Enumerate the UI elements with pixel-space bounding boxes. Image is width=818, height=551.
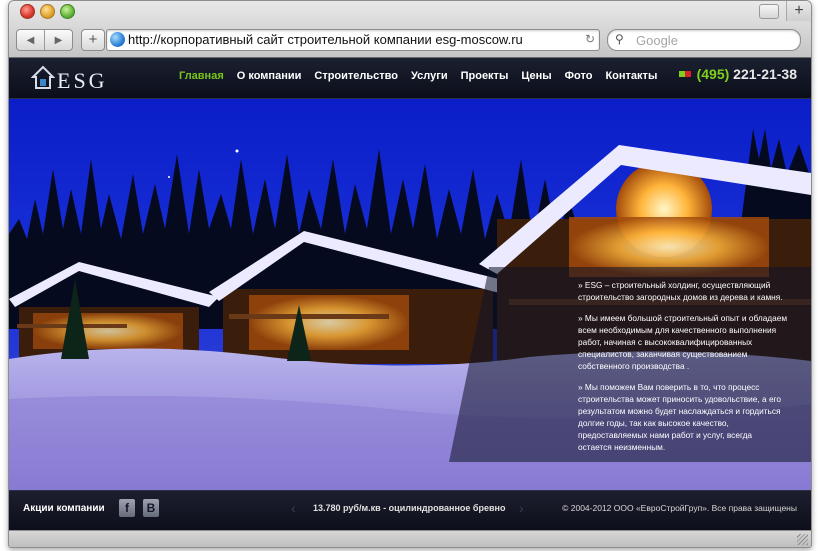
globe-icon [110,32,125,47]
nav-item-construction[interactable]: Строительство [314,70,398,82]
info-panel: » ESG – строительный холдинг, осуществля… [578,279,788,462]
phone-number: (495) 221-21-38 [696,66,797,82]
nav-item-prices[interactable]: Цены [521,70,551,82]
site-footer: Акции компании f B ‹ 13.780 руб/м.кв - о… [9,490,811,530]
forward-button[interactable]: ▶ [44,30,72,50]
site-header: ESG Главная О компании Строительство Усл… [9,58,811,99]
logo-text: ESG [57,68,108,93]
browser-window: + ◀ ▶ + http://корпоративный сайт строит… [8,0,812,548]
search-icon: ⚲ [615,32,624,46]
nav-item-about[interactable]: О компании [237,70,302,82]
close-window-button[interactable] [20,4,35,19]
price-ticker: 13.780 руб/м.кв - оцилиндрованное бревно [313,503,506,513]
minimize-window-button[interactable] [40,4,55,19]
nav-item-services[interactable]: Услуги [411,70,448,82]
plus-icon: + [88,31,98,48]
main-nav: Главная О компании Строительство Услуги … [179,70,657,82]
forward-icon: ▶ [54,34,63,46]
nav-item-projects[interactable]: Проекты [461,70,509,82]
info-paragraph: » ESG – строительный холдинг, осуществля… [578,280,783,302]
search-field[interactable]: ⚲ Google [607,29,801,51]
toolbar-toggle-button[interactable] [759,4,779,19]
nav-item-home[interactable]: Главная [179,70,224,82]
site-logo[interactable]: ESG [30,64,111,93]
vkontakte-icon[interactable]: B [143,499,159,517]
actions-link[interactable]: Акции компании [23,503,105,514]
nav-item-contacts[interactable]: Контакты [605,70,657,82]
nav-item-photo[interactable]: Фото [565,70,593,82]
address-bar[interactable]: http://корпоративный сайт строительной к… [106,29,600,51]
info-paragraph: » Мы имеем большой строительный опыт и о… [578,313,788,371]
new-tab-button[interactable]: + [786,1,811,21]
back-button[interactable]: ◀ [17,30,44,50]
add-bookmark-button[interactable]: + [81,29,105,51]
house-logo-icon [30,65,56,89]
browser-toolbar: + ◀ ▶ + http://корпоративный сайт строит… [9,1,811,58]
copyright: © 2004-2012 ООО «ЕвроСтройГруп». Все пра… [562,503,797,513]
reload-icon[interactable]: ↻ [585,32,595,46]
resize-grip-icon[interactable] [797,534,808,545]
search-placeholder: Google [636,33,678,48]
web-page: ESG Главная О компании Строительство Усл… [9,58,811,530]
zoom-window-button[interactable] [60,4,75,19]
back-icon: ◀ [26,34,35,46]
facebook-icon[interactable]: f [119,499,135,517]
url-text: http://корпоративный сайт строительной к… [128,32,523,47]
phone-flag-icon [678,71,691,77]
hero-image: » ESG – строительный холдинг, осуществля… [9,99,811,490]
status-bar [9,530,811,547]
back-forward-group: ◀ ▶ [16,29,73,51]
info-paragraph: » Мы поможем Вам поверить в то, что проц… [578,382,782,452]
next-arrow-icon[interactable]: › [519,500,524,516]
phone-block: (495) 221-21-38 [678,66,797,82]
prev-arrow-icon[interactable]: ‹ [291,500,296,516]
